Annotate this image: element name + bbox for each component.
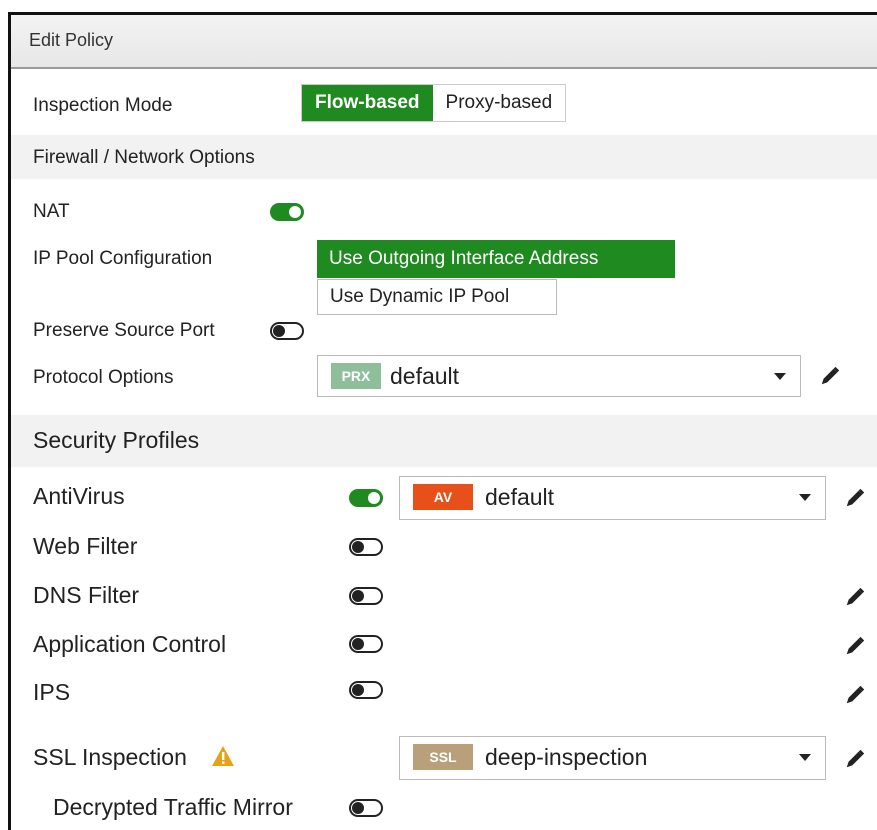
protocol-options-select[interactable]: PRX default — [317, 355, 801, 397]
protocol-options-value: default — [390, 363, 460, 389]
firewall-section-header: Firewall / Network Options — [11, 135, 877, 179]
ip-pool-label: IP Pool Configuration — [33, 248, 213, 269]
flow-based-option[interactable]: Flow-based — [302, 85, 433, 121]
security-profiles-title: Security Profiles — [33, 427, 200, 453]
protocol-options-label: Protocol Options — [33, 367, 174, 388]
ssl-inspection-value: deep-inspection — [485, 744, 648, 770]
ssl-inspection-select[interactable]: SSL deep-inspection — [399, 736, 826, 780]
edit-pencil-icon[interactable] — [844, 586, 866, 608]
decrypted-traffic-mirror-toggle[interactable] — [349, 799, 383, 817]
edit-pencil-icon[interactable] — [844, 635, 866, 657]
inspection-mode-label: Inspection Mode — [33, 95, 173, 116]
proxy-based-option[interactable]: Proxy-based — [432, 85, 566, 121]
warning-icon — [212, 746, 234, 766]
ssl-inspection-label: SSL Inspection — [33, 744, 187, 770]
ips-toggle[interactable] — [349, 681, 383, 699]
use-dynamic-ip-pool-option[interactable]: Use Dynamic IP Pool — [317, 279, 557, 315]
application-control-label: Application Control — [33, 631, 227, 657]
ips-label: IPS — [33, 679, 71, 705]
dns-filter-toggle[interactable] — [349, 587, 383, 605]
security-profiles-header: Security Profiles — [11, 415, 877, 467]
edit-pencil-icon[interactable] — [844, 487, 866, 509]
nat-label: NAT — [33, 201, 70, 222]
av-badge: AV — [413, 484, 473, 510]
application-control-toggle[interactable] — [349, 635, 383, 653]
chevron-down-icon — [799, 494, 811, 501]
preserve-source-port-toggle[interactable] — [270, 322, 304, 340]
ssl-badge: SSL — [413, 744, 473, 770]
use-outgoing-interface-option[interactable]: Use Outgoing Interface Address — [317, 240, 675, 278]
inspection-mode-toggle[interactable]: Flow-based Proxy-based — [301, 84, 567, 122]
edit-pencil-icon[interactable] — [819, 365, 841, 387]
edit-pencil-icon[interactable] — [844, 684, 866, 706]
decrypted-traffic-mirror-label: Decrypted Traffic Mirror — [53, 794, 293, 820]
antivirus-label: AntiVirus — [33, 483, 125, 509]
web-filter-toggle[interactable] — [349, 538, 383, 556]
edit-policy-panel: Edit Policy Inspection Mode Flow-based P… — [8, 12, 877, 830]
preserve-source-port-label: Preserve Source Port — [33, 320, 215, 341]
prx-badge: PRX — [331, 363, 381, 389]
chevron-down-icon — [799, 754, 811, 761]
antivirus-profile-select[interactable]: AV default — [399, 476, 826, 520]
web-filter-label: Web Filter — [33, 533, 138, 559]
firewall-section-title: Firewall / Network Options — [33, 147, 255, 168]
edit-pencil-icon[interactable] — [844, 748, 866, 770]
nat-toggle[interactable] — [270, 203, 304, 221]
chevron-down-icon — [774, 373, 786, 380]
antivirus-toggle[interactable] — [349, 489, 383, 507]
dialog-titlebar: Edit Policy — [11, 15, 877, 69]
dns-filter-label: DNS Filter — [33, 582, 140, 608]
antivirus-profile-value: default — [485, 484, 555, 510]
dialog-title: Edit Policy — [29, 30, 114, 50]
